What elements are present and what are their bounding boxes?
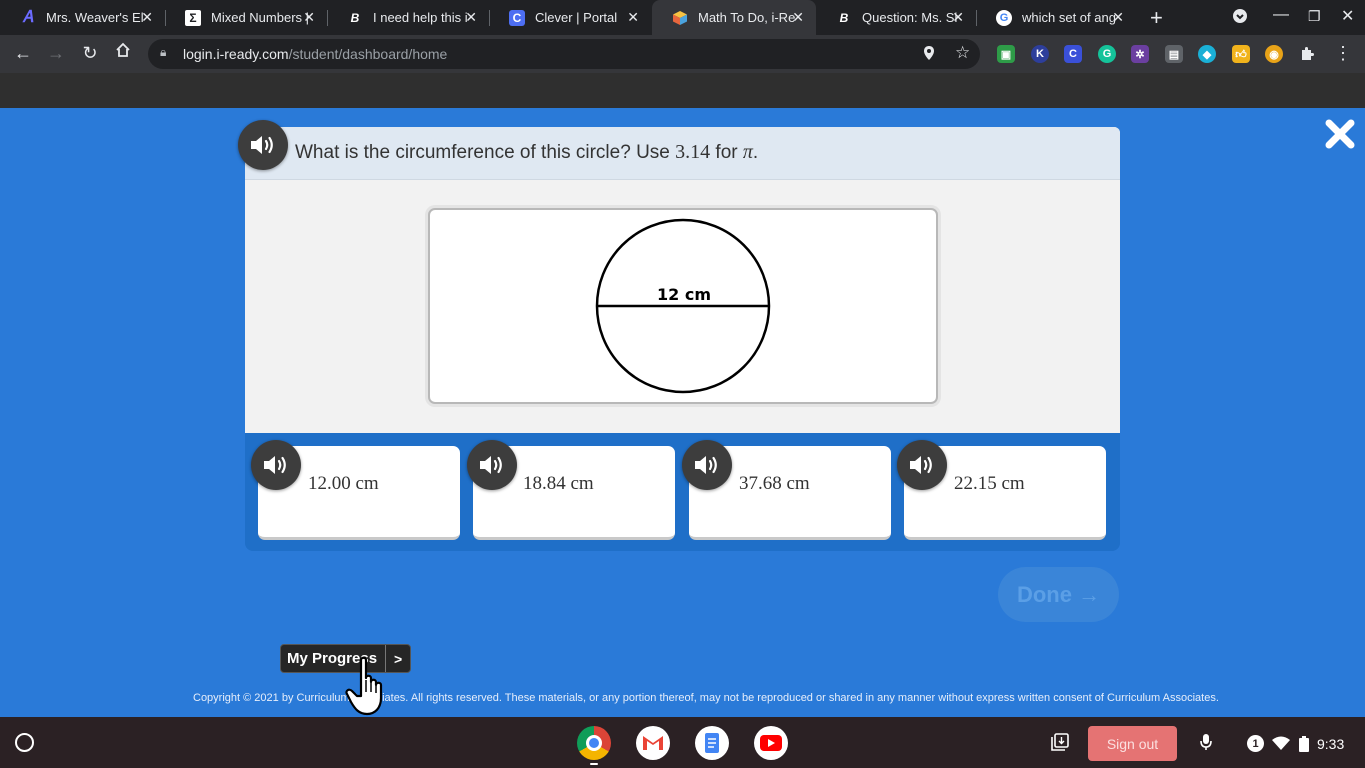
browser-toolbar: ← → ↻ 🔒︎ login.i-ready.com/student/dashb… bbox=[0, 35, 1365, 73]
lock-icon: 🔒︎ bbox=[160, 45, 167, 59]
tab-close-icon[interactable]: ✕ bbox=[952, 9, 964, 26]
done-button[interactable]: Done → bbox=[998, 567, 1119, 622]
speaker-icon bbox=[264, 456, 286, 474]
microphone-icon[interactable] bbox=[1199, 733, 1213, 754]
puzzle-extension-icon[interactable]: ✲ bbox=[1131, 45, 1149, 63]
home-icon[interactable] bbox=[112, 42, 134, 63]
browser-tab[interactable]: Σ Mixed Numbers | ✕ bbox=[165, 0, 327, 35]
gmail-app-icon[interactable] bbox=[636, 726, 670, 760]
browser-tab[interactable]: B Question: Ms. Si ✕ bbox=[816, 0, 976, 35]
wifi-icon[interactable] bbox=[1272, 736, 1290, 753]
tab-favicon-icon: B bbox=[839, 10, 849, 25]
bookmark-star-icon[interactable]: ☆ bbox=[955, 43, 970, 63]
chrome-app-icon[interactable] bbox=[577, 726, 611, 760]
circle-diagram: 12 cm bbox=[595, 218, 771, 394]
youtube-app-icon[interactable] bbox=[754, 726, 788, 760]
tab-favicon-icon: C bbox=[509, 9, 525, 26]
window-close-icon[interactable]: ✕ bbox=[1341, 6, 1354, 26]
tab-title: Question: Ms. Si bbox=[862, 10, 958, 25]
circle-figure: 12 cm bbox=[428, 208, 938, 404]
kami-extension-icon[interactable]: K bbox=[1031, 45, 1049, 63]
tab-title: Clever | Portal bbox=[535, 10, 618, 25]
grammarly-extension-icon[interactable]: G bbox=[1098, 45, 1116, 63]
clever-extension-icon[interactable]: C bbox=[1064, 45, 1082, 63]
reload-icon[interactable]: ↻ bbox=[79, 43, 101, 64]
tab-title: which set of ang bbox=[1022, 10, 1116, 25]
browser-tab[interactable]: B I need help this i ✕ bbox=[327, 0, 489, 35]
tab-close-icon[interactable]: ✕ bbox=[627, 9, 639, 26]
forward-arrow-icon[interactable]: → bbox=[45, 43, 67, 64]
classroom-extension-icon[interactable]: ▣ bbox=[997, 45, 1015, 63]
os-shelf: Sign out 1 9:33 bbox=[0, 717, 1365, 768]
browser-tab[interactable]: C Clever | Portal ✕ bbox=[489, 0, 651, 35]
tab-search-icon[interactable] bbox=[1232, 8, 1248, 29]
arrow-right-icon: → bbox=[1078, 581, 1101, 607]
tab-favicon-icon: B bbox=[350, 10, 360, 25]
choice-speaker-button[interactable] bbox=[897, 440, 947, 490]
question-card: What is the circumference of this circle… bbox=[245, 127, 1120, 433]
tab-title: Mrs. Weaver's El bbox=[46, 10, 144, 25]
question-text: What is the circumference of this circle… bbox=[295, 141, 759, 163]
card-extension-icon[interactable]: ▤ bbox=[1165, 45, 1183, 63]
tab-favicon-icon: 𝐴 bbox=[22, 8, 34, 26]
speaker-icon bbox=[910, 456, 932, 474]
chrome-menu-icon[interactable]: ⋮ bbox=[1334, 43, 1352, 64]
new-tab-button[interactable]: + bbox=[1150, 5, 1163, 31]
cube-favicon-icon bbox=[672, 10, 688, 26]
google-favicon-icon: G bbox=[996, 9, 1012, 26]
battery-icon[interactable] bbox=[1299, 736, 1309, 755]
tab-close-icon[interactable]: ✕ bbox=[465, 9, 477, 26]
location-pin-icon[interactable] bbox=[923, 45, 935, 65]
choice-speaker-button[interactable] bbox=[467, 440, 517, 490]
choice-speaker-button[interactable] bbox=[251, 440, 301, 490]
tab-title: Math To Do, i-Re bbox=[698, 10, 796, 25]
launcher-icon[interactable] bbox=[15, 733, 34, 752]
docs-app-icon[interactable] bbox=[695, 726, 729, 760]
speaker-icon bbox=[251, 136, 273, 154]
active-app-indicator bbox=[590, 763, 598, 765]
browser-tab[interactable]: 𝐴 Mrs. Weaver's El ✕ bbox=[0, 0, 165, 35]
notification-badge[interactable]: 1 bbox=[1247, 735, 1264, 752]
diameter-label: 12 cm bbox=[657, 285, 711, 304]
browser-tab-strip: 𝐴 Mrs. Weaver's El ✕ Σ Mixed Numbers | ✕… bbox=[0, 0, 1365, 35]
tab-close-icon[interactable]: ✕ bbox=[141, 9, 153, 26]
extensions-puzzle-icon[interactable] bbox=[1298, 45, 1316, 63]
answer-choices-bar: 12.00 cm 18.84 cm 37.68 cm 22.15 cm bbox=[245, 433, 1120, 551]
clock-time[interactable]: 9:33 bbox=[1317, 736, 1344, 752]
holding-space-icon[interactable] bbox=[1050, 732, 1070, 757]
tab-title: I need help this i bbox=[373, 10, 468, 25]
top-spacer-bar bbox=[0, 73, 1365, 108]
speaker-icon bbox=[695, 456, 717, 474]
tab-title: Mixed Numbers | bbox=[211, 10, 309, 25]
browser-tab-active[interactable]: Math To Do, i-Re ✕ bbox=[652, 0, 816, 35]
close-lesson-icon[interactable] bbox=[1324, 118, 1356, 150]
tab-close-icon[interactable]: ✕ bbox=[1112, 9, 1124, 26]
maximize-icon[interactable]: ❐ bbox=[1308, 8, 1321, 25]
coin-extension-icon[interactable]: ◉ bbox=[1265, 45, 1283, 63]
tab-close-icon[interactable]: ✕ bbox=[792, 9, 804, 26]
sign-out-button[interactable]: Sign out bbox=[1088, 726, 1177, 761]
tab-close-icon[interactable]: ✕ bbox=[303, 9, 315, 26]
shield-extension-icon[interactable]: ◆ bbox=[1198, 45, 1216, 63]
browser-tab[interactable]: G which set of ang ✕ bbox=[976, 0, 1136, 35]
minimize-icon[interactable]: — bbox=[1273, 6, 1289, 24]
copyright-text: Copyright © 2021 by Curriculum Associate… bbox=[193, 692, 1219, 704]
speaker-icon bbox=[480, 456, 502, 474]
question-header: What is the circumference of this circle… bbox=[245, 127, 1120, 180]
back-arrow-icon[interactable]: ← bbox=[12, 43, 34, 64]
tab-favicon-icon: Σ bbox=[185, 9, 201, 26]
url-text: login.i-ready.com/student/dashboard/home bbox=[183, 46, 448, 62]
question-speaker-button[interactable] bbox=[238, 120, 288, 170]
address-bar[interactable]: 🔒︎ login.i-ready.com/student/dashboard/h… bbox=[148, 39, 980, 69]
choice-speaker-button[interactable] bbox=[682, 440, 732, 490]
thumbs-up-extension-icon[interactable]: 👍︎ bbox=[1232, 45, 1250, 63]
hand-pointer-cursor-icon bbox=[345, 656, 397, 721]
